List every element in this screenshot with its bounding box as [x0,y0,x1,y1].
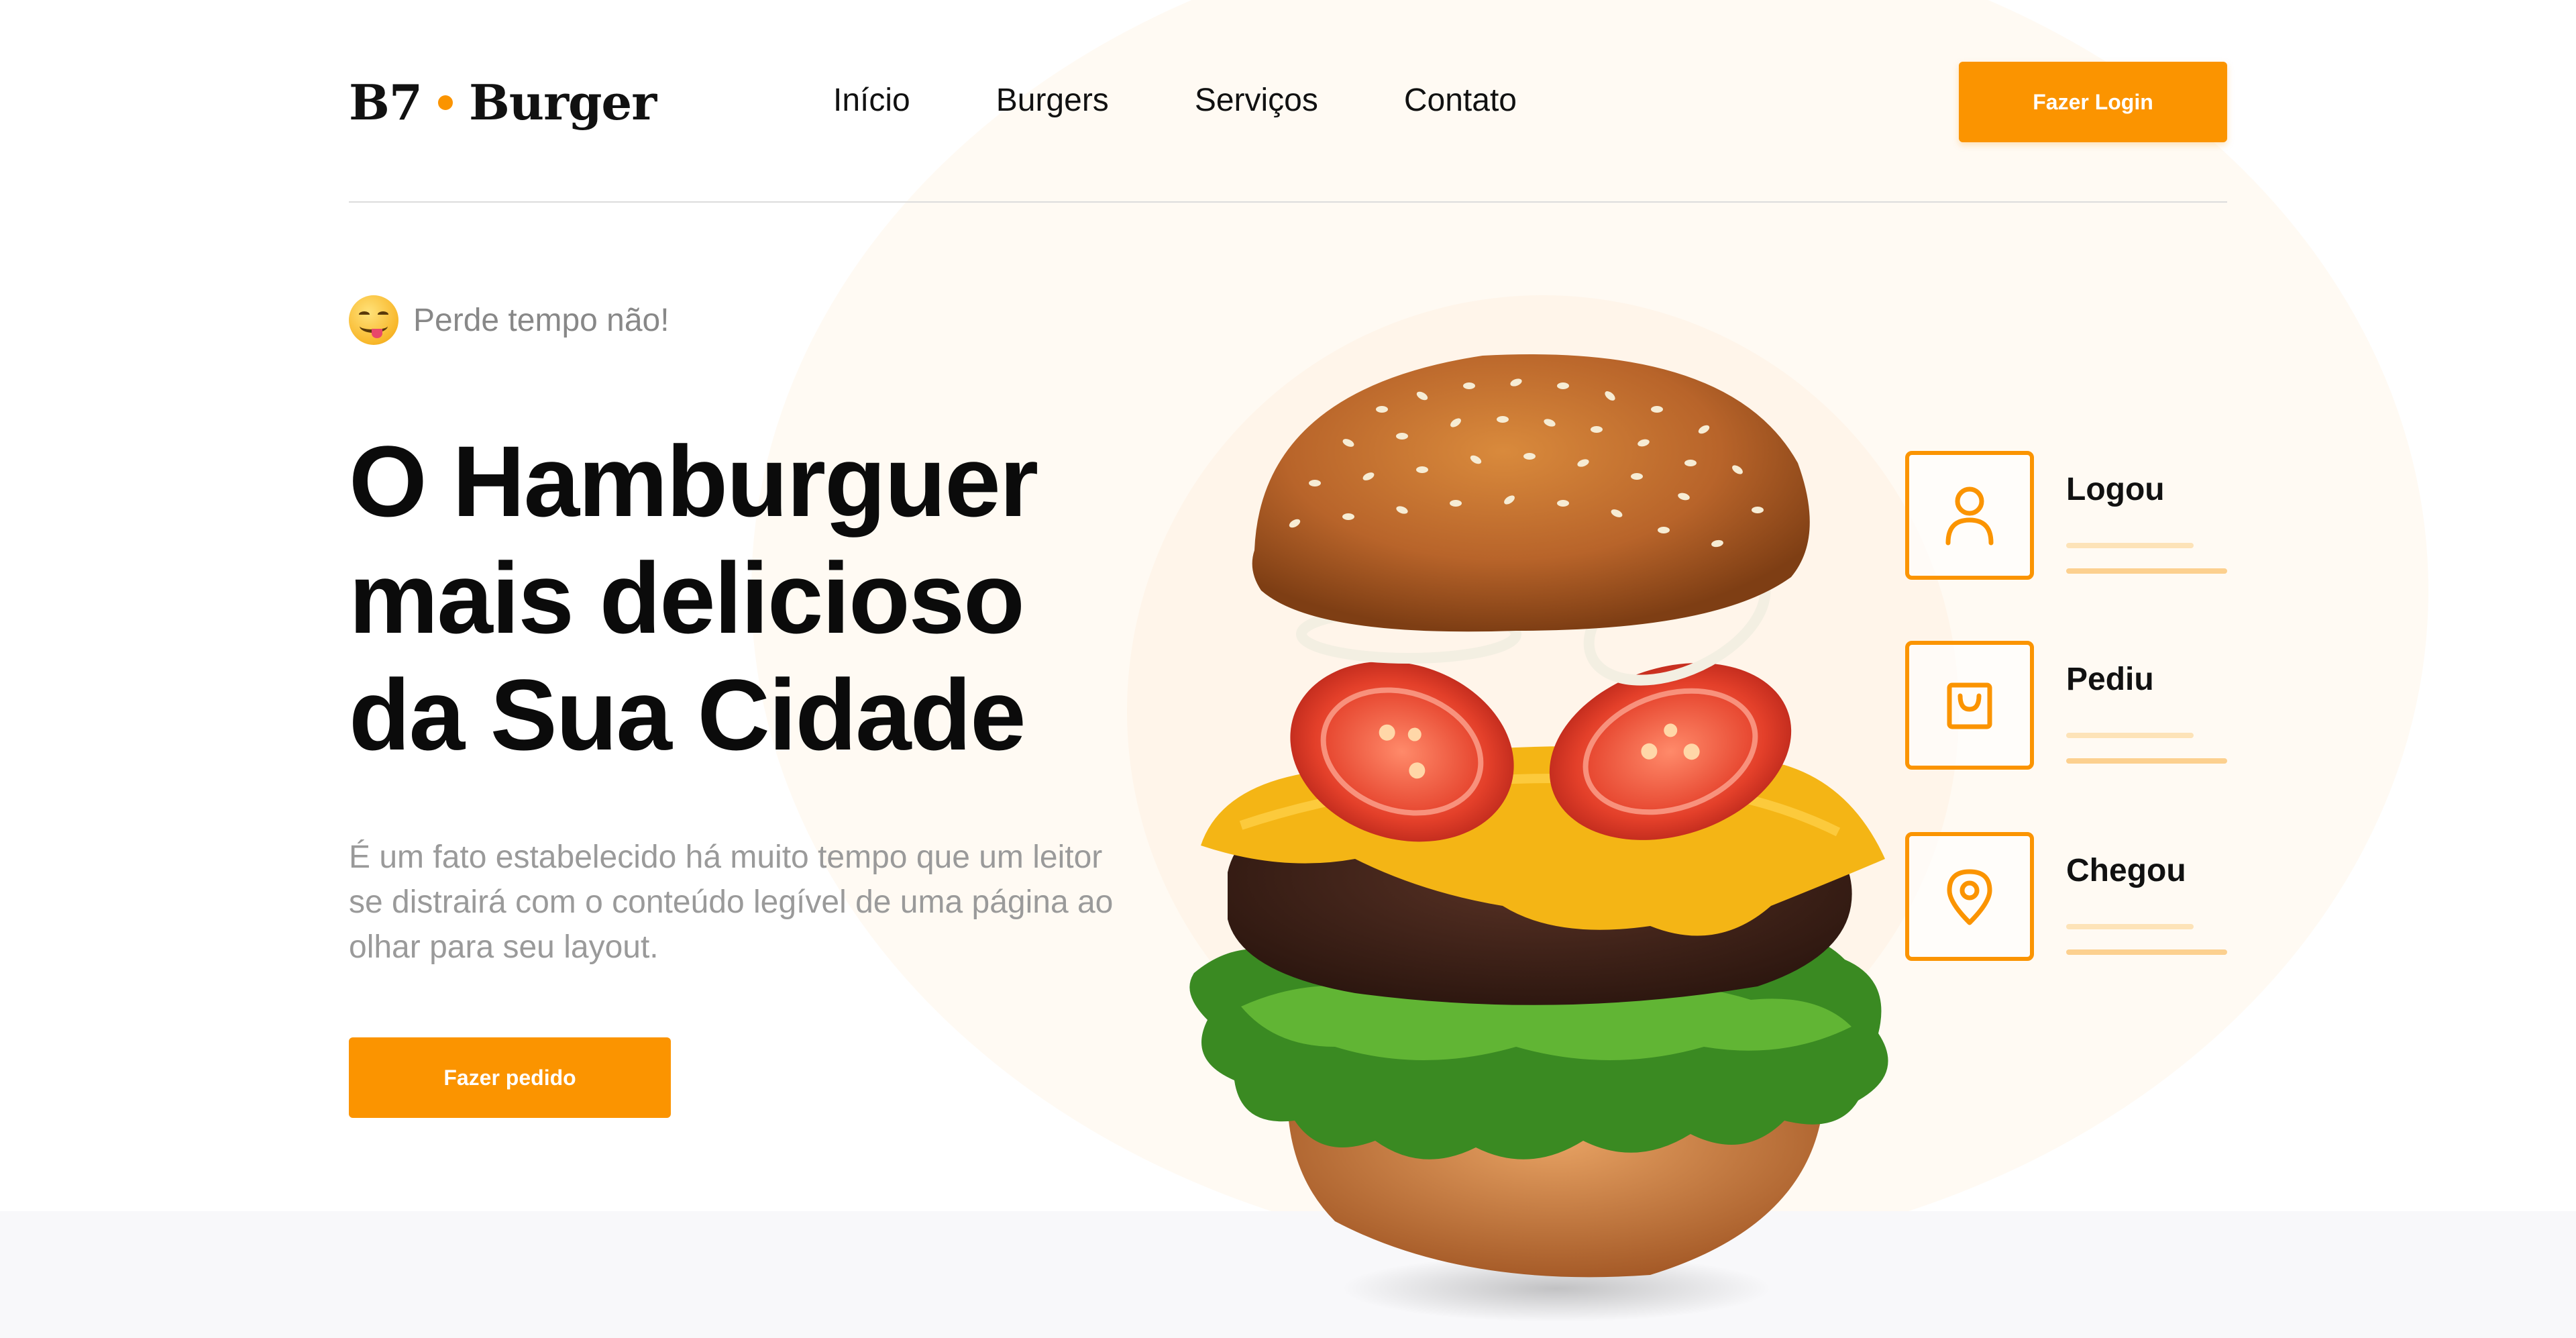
hero-title: O Hamburguer mais delicioso da Sua Cidad… [349,423,1154,773]
hero-title-line-2: mais delicioso [349,542,1025,654]
login-button[interactable]: Fazer Login [1959,62,2227,142]
step-placeholder-line [2066,758,2227,764]
logo-dot-icon [437,95,453,110]
step-chegou-label: Chegou [2066,853,2186,888]
yum-face-emoji-icon [349,295,398,345]
step-placeholder-line [2066,924,2194,929]
step-chegou-box [1905,832,2034,961]
step-logou-label: Logou [2066,472,2165,507]
shopping-bag-icon [1947,682,1992,729]
logo-text-right: Burger [468,74,657,131]
nav-item-burgers[interactable]: Burgers [996,82,1109,119]
logo-text-left: B7 [349,74,423,131]
main-nav: Início Burgers Serviços Contato [833,82,1517,119]
hero-description: É um fato estabelecido há muito tempo qu… [349,839,1114,965]
hero-tagline: Perde tempo não! [349,295,669,345]
step-placeholder-line [2066,543,2194,548]
top-bun [1252,354,1810,632]
hero-title-line-1: O Hamburguer [349,425,1038,537]
step-placeholder-line [2066,568,2227,574]
tagline-text: Perde tempo não! [413,302,669,338]
nav-item-servicos[interactable]: Serviços [1195,82,1318,119]
step-logou: Logou [1905,451,2227,580]
order-button[interactable]: Fazer pedido [349,1037,671,1118]
burger-illustration [1189,354,1888,1322]
hero-title-line-3: da Sua Cidade [349,658,1026,771]
step-placeholder-line [2066,733,2194,738]
nav-item-contato[interactable]: Contato [1404,82,1517,119]
header-divider [349,201,2227,203]
step-logou-box [1905,451,2034,580]
step-pediu: Pediu [1905,641,2227,770]
step-pediu-label: Pediu [2066,662,2154,697]
location-pin-icon [1947,869,1992,925]
step-chegou: Chegou [1905,832,2227,961]
step-pediu-box [1905,641,2034,770]
nav-item-inicio[interactable]: Início [833,82,910,119]
step-placeholder-line [2066,949,2227,955]
user-icon [1945,486,1994,546]
brand-logo[interactable]: B7 Burger [349,74,657,131]
